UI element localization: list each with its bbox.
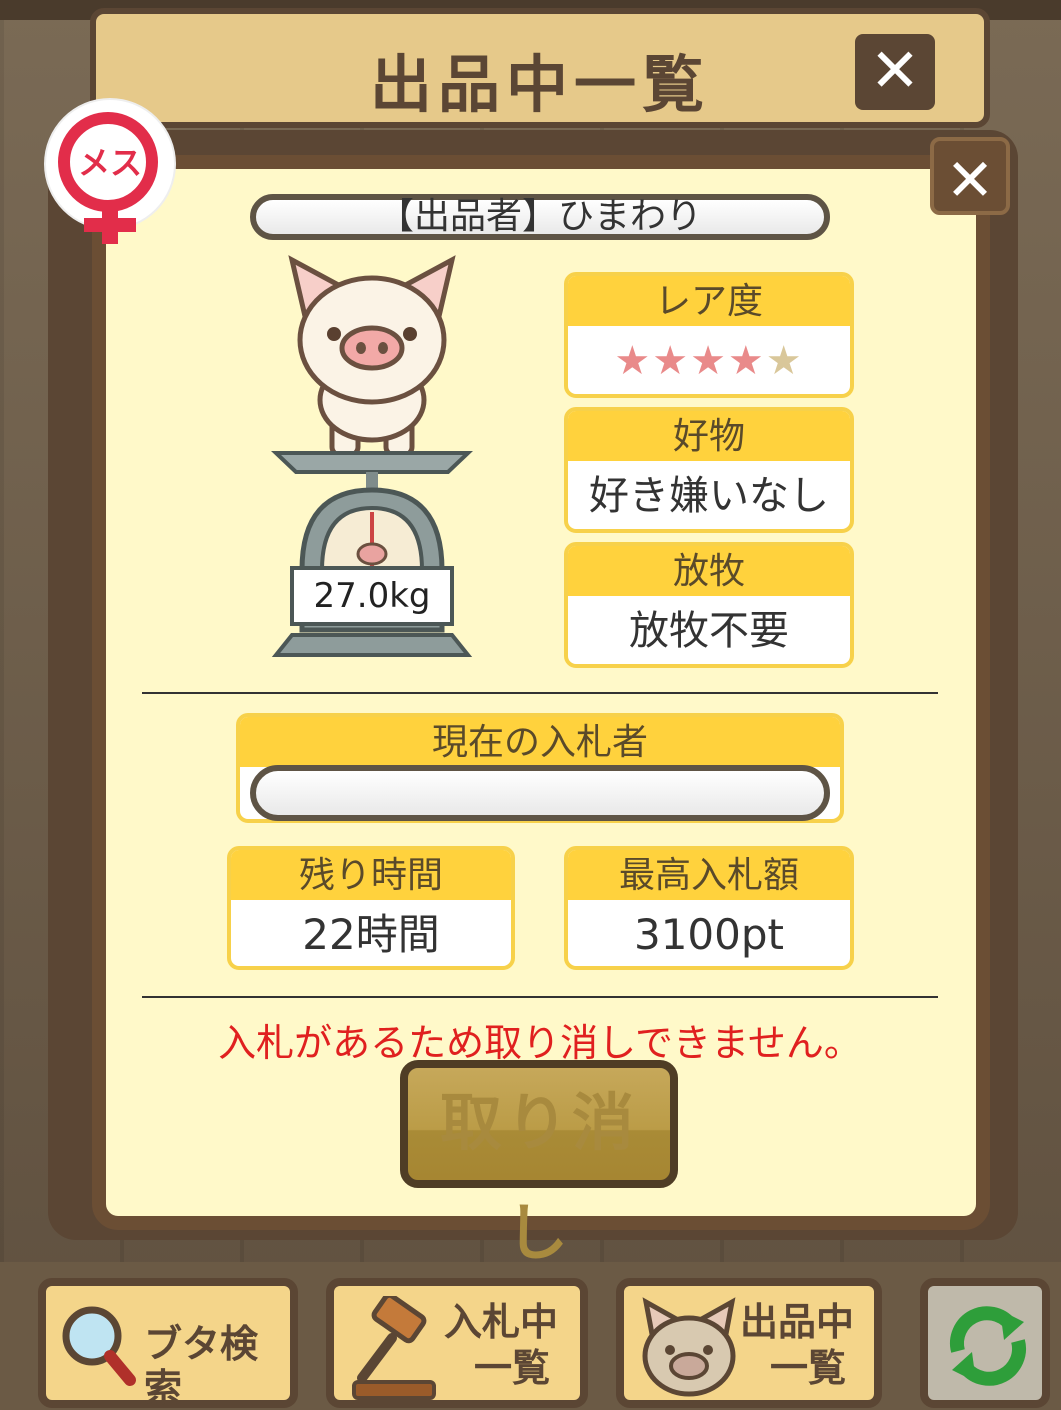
listing-list-label-1: 出品中 (740, 1300, 855, 1344)
time-left-label: 残り時間 (231, 850, 511, 900)
gavel-icon (352, 1296, 436, 1400)
rarity-stars-filled: ★★★★ (614, 338, 766, 384)
refresh-button[interactable] (920, 1278, 1050, 1408)
pig-weight: 27.0kg (313, 576, 431, 616)
highest-bid-value: 3100pt (633, 910, 784, 959)
listing-list-label-2: 一覧 (770, 1346, 847, 1390)
gender-label: メス (77, 144, 142, 182)
highest-bid-label: 最高入札額 (568, 850, 850, 900)
favorite-food-value: 好き嫌いなし (589, 473, 829, 519)
grazing-value: 放牧不要 (629, 608, 789, 654)
grazing-label: 放牧 (568, 546, 850, 596)
rarity-stars-empty: ★ (765, 338, 804, 384)
rarity-box: レア度 ★★★★★ (564, 272, 854, 398)
bidding-list-label-1: 入札中 (444, 1300, 559, 1344)
female-badge-icon: メス (46, 100, 174, 244)
search-icon (62, 1306, 136, 1386)
favorite-food-box: 好物 好き嫌いなし (564, 407, 854, 533)
time-left-box: 残り時間 22時間 (227, 846, 515, 970)
favorite-food-label: 好物 (568, 411, 850, 461)
listing-title: 出品中一覧 (369, 48, 710, 121)
grazing-box: 放牧 放牧不要 (564, 542, 854, 668)
bidding-list-button[interactable]: 入札中 一覧 (326, 1278, 588, 1408)
cancel-warning-text: 入札があるため取り消しできません。 (218, 1021, 862, 1065)
divider (142, 996, 938, 998)
current-bidder-label: 現在の入札者 (240, 717, 840, 767)
seller-label: 【出品者】ひまわり (250, 194, 830, 240)
rarity-label: レア度 (568, 276, 850, 326)
divider (142, 692, 938, 694)
pig-search-button[interactable]: ブタ検索 (38, 1278, 298, 1410)
listing-close-button[interactable]: ✕ (855, 34, 935, 110)
dialog-close-button[interactable]: ✕ (930, 137, 1010, 215)
rarity-stars: ★★★★★ (568, 326, 850, 394)
cancel-listing-button[interactable]: 取り消し (400, 1060, 678, 1269)
refresh-icon (950, 1306, 1026, 1386)
highest-bid-box: 最高入札額 3100pt (564, 846, 854, 970)
pig-on-scale-image: 27.0kg (262, 250, 482, 670)
pig-search-label: ブタ検索 (144, 1322, 259, 1410)
bidding-list-label-2: 一覧 (474, 1346, 551, 1390)
time-left-value: 22時間 (302, 910, 440, 959)
pig-face-icon (642, 1297, 736, 1397)
listing-list-button[interactable]: 出品中 一覧 (616, 1278, 882, 1408)
current-bidder-value (250, 765, 830, 821)
